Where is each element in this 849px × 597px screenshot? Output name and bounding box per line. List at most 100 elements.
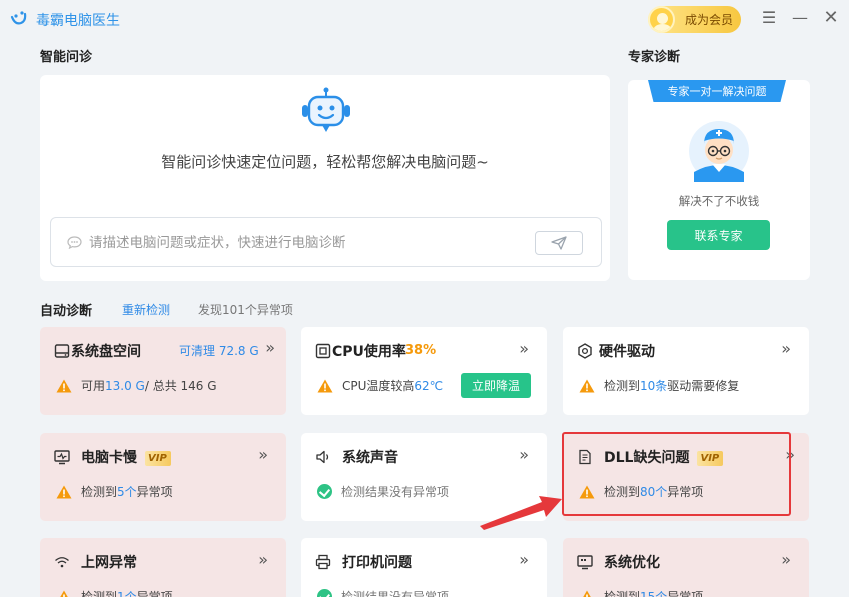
status-value: 1个: [117, 590, 137, 597]
tile-system-optimize[interactable]: 系统优化 » 检测到 15个 异常项: [563, 538, 809, 597]
expert-guarantee-text: 解决不了不收钱: [678, 194, 760, 208]
tile-hardware-driver[interactable]: 硬件驱动 » 检测到 10条 驱动需要修复: [563, 327, 809, 415]
status-value: 13.0 G: [105, 378, 145, 393]
tile-status: 检测到 15个 异常项: [579, 588, 703, 597]
expert-diagnosis-title: 专家诊断: [628, 50, 681, 65]
become-member-label: 成为会员: [685, 13, 734, 27]
send-icon: [551, 236, 567, 250]
tile-title: 上网异常: [81, 555, 137, 571]
tile-arrow-icon: »: [258, 550, 268, 569]
status-text: 检测到: [81, 590, 118, 597]
highlight-box: [562, 432, 791, 516]
app-title: 毒霸电脑医生: [36, 13, 120, 29]
monitor-icon: [54, 450, 70, 465]
optimize-icon: [577, 555, 593, 570]
tile-title: 电脑卡慢 VIP: [81, 447, 171, 467]
smart-diagnosis-description: 智能问诊快速定位问题，轻松帮您解决电脑问题~: [161, 153, 489, 171]
tile-title: 系统优化: [604, 555, 660, 571]
status-text: 异常项: [667, 590, 704, 597]
tile-status: 检测结果没有异常项: [317, 588, 449, 597]
send-button[interactable]: [535, 231, 583, 255]
tile-arrow-icon: »: [519, 445, 529, 464]
expert-diagnosis-card: 专家一对一解决问题 解决不了不收钱 联系专家: [628, 80, 810, 280]
check-icon: [317, 589, 332, 597]
status-text: 检测到: [604, 379, 641, 393]
tile-status: 检测到 1个 异常项: [56, 588, 173, 597]
tile-title: 打印机问题: [342, 555, 412, 571]
warning-icon: [582, 590, 592, 597]
tile-title: 硬件驱动: [599, 344, 655, 360]
status-text: 检测结果没有异常项: [341, 485, 450, 499]
wifi-icon: [55, 557, 69, 568]
expert-ribbon: 专家一对一解决问题: [648, 80, 786, 102]
warning-icon: [59, 590, 69, 597]
minimize-icon[interactable]: —: [791, 9, 809, 27]
tile-status: 检测到 5个 异常项: [56, 483, 173, 500]
check-icon: [317, 484, 332, 499]
status-value: 15个: [640, 590, 668, 597]
red-arrow-icon: [480, 496, 562, 530]
tile-status: 检测到 10条 驱动需要修复: [579, 377, 739, 394]
tile-status: 可用 13.0 G / 总共 146 G: [56, 377, 217, 394]
member-avatar-icon: [648, 6, 675, 33]
speaker-icon: [316, 450, 329, 464]
auto-diagnosis-title: 自动诊断: [40, 304, 93, 319]
status-text: CPU温度较高: [342, 379, 415, 393]
tile-arrow-icon: »: [781, 339, 791, 358]
warning-icon: [56, 485, 72, 498]
warning-icon: [56, 379, 72, 392]
tile-arrow-icon: »: [781, 550, 791, 569]
status-text: 异常项: [136, 590, 173, 597]
cpu-usage-percent: 38%: [405, 343, 437, 358]
warning-icon: [579, 379, 595, 392]
vip-badge-label: VIP: [148, 452, 167, 464]
problem-description-input[interactable]: [89, 232, 519, 254]
menu-icon[interactable]: ☰: [760, 9, 778, 27]
tile-title-text: 电脑卡慢: [81, 450, 137, 466]
tile-title: 系统声音: [342, 450, 398, 466]
cpu-icon: [315, 343, 331, 359]
smart-diagnosis-card: 智能问诊快速定位问题，轻松帮您解决电脑问题~: [40, 75, 610, 281]
contact-expert-button[interactable]: 联系专家: [667, 220, 770, 250]
printer-icon: [315, 554, 331, 570]
close-icon[interactable]: ✕: [822, 9, 840, 27]
chat-bubble-icon: [67, 236, 82, 249]
tile-arrow-icon: »: [258, 445, 268, 464]
warning-icon: [317, 379, 333, 392]
tile-arrow-icon: »: [265, 338, 275, 357]
status-text: 可用: [81, 379, 106, 393]
title-bar: 毒霸电脑医生 成为会员 ☰ — ✕: [0, 0, 849, 38]
disk-icon: [54, 344, 70, 358]
status-value: 5个: [117, 485, 137, 499]
tile-title: CPU使用率: [332, 344, 406, 360]
status-text: 检测结果没有异常项: [341, 590, 450, 597]
smart-diagnosis-title: 智能问诊: [40, 50, 93, 65]
status-value: 10条: [640, 379, 668, 393]
status-value: 62℃: [414, 378, 444, 393]
tile-status: 检测结果没有异常项: [317, 483, 449, 500]
cool-down-button[interactable]: 立即降温: [461, 373, 531, 398]
tile-slow-computer[interactable]: 电脑卡慢 VIP » 检测到 5个 异常项: [40, 433, 286, 521]
vip-badge: VIP: [145, 450, 171, 466]
doctor-icon: [689, 121, 749, 182]
recheck-link[interactable]: 重新检测: [122, 301, 170, 318]
become-member-button[interactable]: 成为会员: [648, 6, 741, 33]
app-logo-icon: [10, 11, 27, 25]
tile-title: 系统盘空间: [71, 344, 141, 360]
problem-search-box: [50, 217, 602, 267]
hardware-icon: [578, 343, 592, 359]
found-issues-count: 发现101个异常项: [198, 303, 293, 317]
status-text: / 总共 146 G: [144, 379, 217, 393]
tile-cpu-usage[interactable]: CPU使用率 38% » CPU温度较高 62℃ 立即降温: [301, 327, 547, 415]
status-text: 驱动需要修复: [667, 379, 740, 393]
cleanable-space: 可清理 72.8 G: [179, 344, 259, 358]
tile-printer-issue[interactable]: 打印机问题 » 检测结果没有异常项: [301, 538, 547, 597]
status-text: 检测到: [604, 590, 641, 597]
tile-status: CPU温度较高 62℃: [317, 377, 443, 394]
tile-arrow-icon: »: [519, 550, 529, 569]
robot-icon: [302, 87, 350, 132]
status-text: 异常项: [136, 485, 173, 499]
tile-network-issue[interactable]: 上网异常 » 检测到 1个 异常项: [40, 538, 286, 597]
status-text: 检测到: [81, 485, 118, 499]
tile-system-disk[interactable]: 系统盘空间 可清理 72.8 G » 可用 13.0 G / 总共 146 G: [40, 327, 286, 415]
